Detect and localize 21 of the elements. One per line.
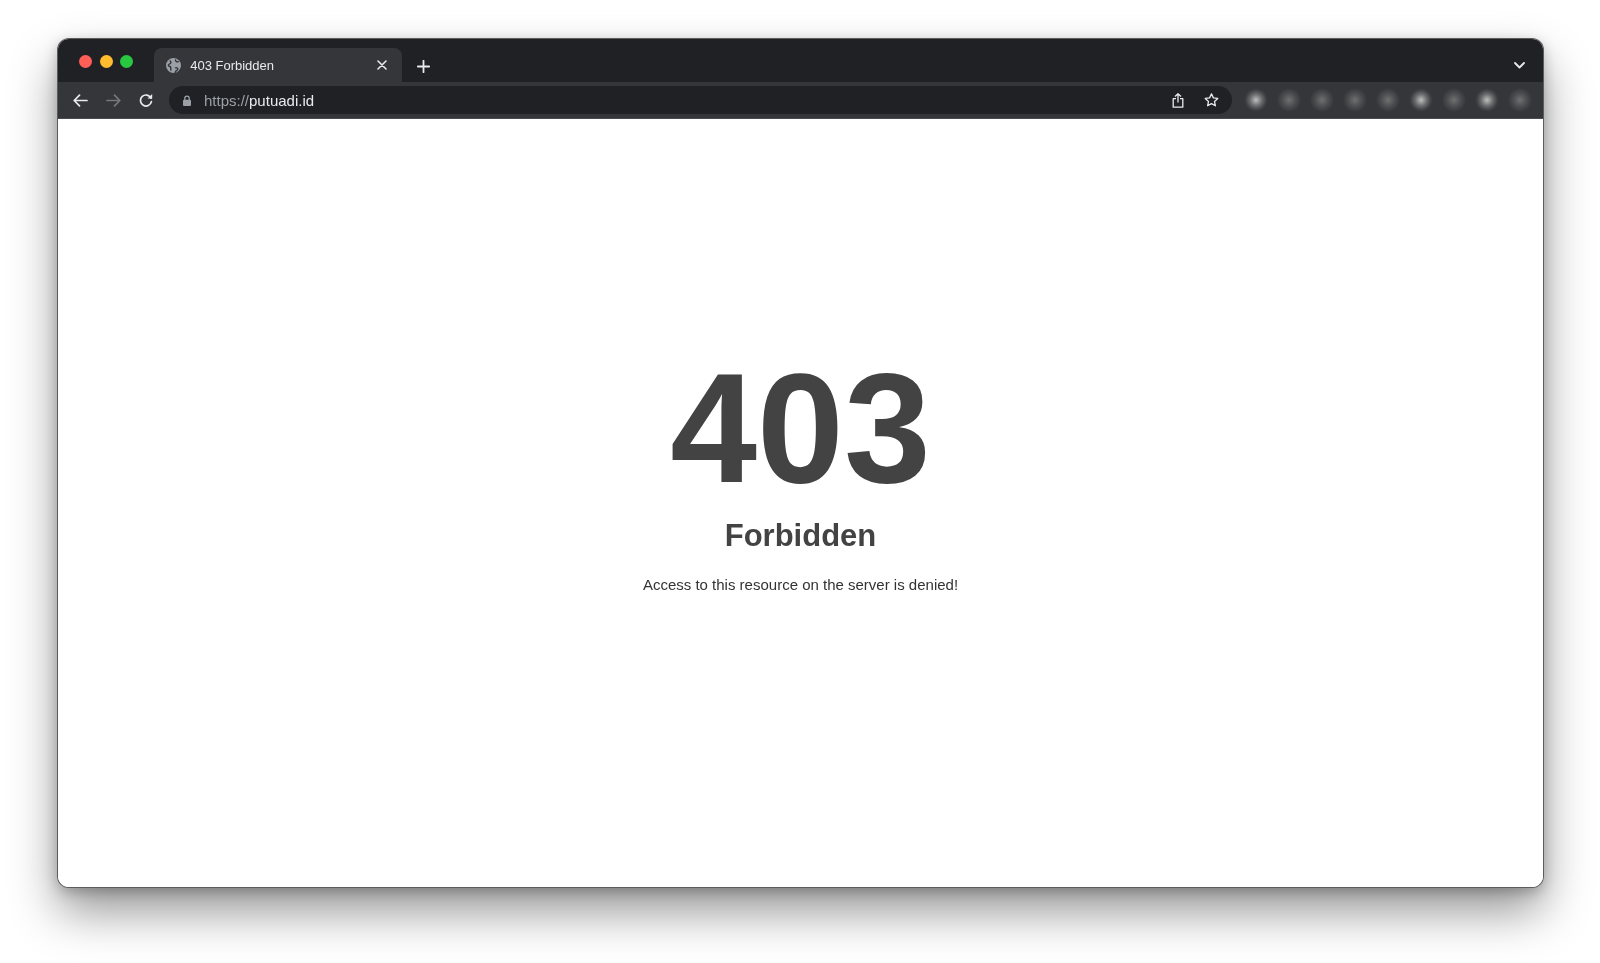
error-code: 403 <box>670 350 931 506</box>
star-icon <box>1203 93 1219 107</box>
browser-tab[interactable]: 403 Forbidden <box>154 48 403 82</box>
close-icon <box>377 60 388 70</box>
arrow-right-icon <box>105 93 121 107</box>
traffic-light-button[interactable] <box>99 55 113 68</box>
plus-icon <box>416 59 430 73</box>
traffic-light-button[interactable] <box>120 55 134 68</box>
blurred-icon[interactable] <box>1244 88 1268 112</box>
share-icon <box>1172 92 1184 108</box>
blurred-icon[interactable] <box>1409 88 1433 112</box>
error-message: Access to this resource on the server is denied! <box>642 577 959 592</box>
blurred-icon[interactable] <box>1475 88 1499 112</box>
reload-icon <box>139 93 153 107</box>
error-title: Forbidden <box>724 520 877 551</box>
address-bar[interactable]: https://putuadi.id <box>169 86 1232 114</box>
traffic-light-button[interactable] <box>79 55 92 68</box>
arrow-left-icon <box>72 93 88 107</box>
chevron-down-icon <box>1513 61 1525 69</box>
lock-icon <box>183 94 191 106</box>
globe-icon <box>166 57 182 73</box>
